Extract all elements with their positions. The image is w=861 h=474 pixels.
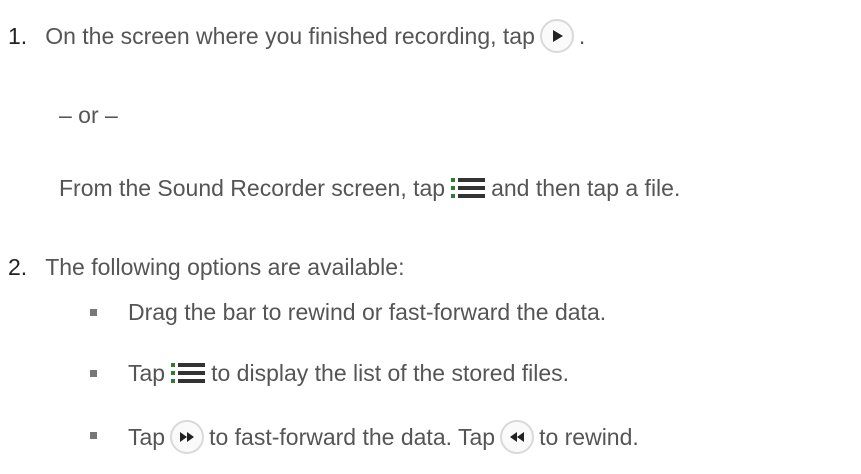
list-icon [451,177,486,199]
step-number: 1. [8,23,28,49]
bullet-item: Drag the bar to rewind or fast-forward t… [128,297,606,327]
or-text: – or – [59,102,118,128]
bullet-marker [90,309,97,316]
bullet-text: to rewind. [539,424,639,450]
bullet-text: to fast-forward the data. Tap [209,424,496,450]
bullet-text: Tap [128,424,166,450]
bullet-item: Tap to fast-forward the data. Tap to rew… [128,420,639,454]
step-text: On the screen where you finished recordi… [45,23,535,49]
step-text-end: . [578,23,586,49]
bullet-text: to display the list of the stored files. [211,360,570,386]
step-text: From the Sound Recorder screen, tap [59,175,446,201]
step-text-end: and then tap a file. [491,175,681,201]
play-icon [539,19,574,53]
bullet-text: Drag the bar to rewind or fast-forward t… [128,299,607,325]
bullet-marker [90,432,97,439]
step-number: 2. [8,254,28,280]
or-separator: – or – [59,100,118,130]
bullet-marker [90,370,97,377]
bullet-item: Tap to display the list of the stored fi… [128,358,569,388]
step-1-line-2: From the Sound Recorder screen, tap and … [59,173,680,203]
step-2-line: 2. The following options are available: [8,252,404,282]
list-icon [171,362,206,384]
step-text: The following options are available: [45,254,405,280]
fast-forward-icon [170,420,205,454]
bullet-text: Tap [128,360,166,386]
rewind-icon [500,420,535,454]
step-1-line-1: 1. On the screen where you finished reco… [8,19,585,53]
